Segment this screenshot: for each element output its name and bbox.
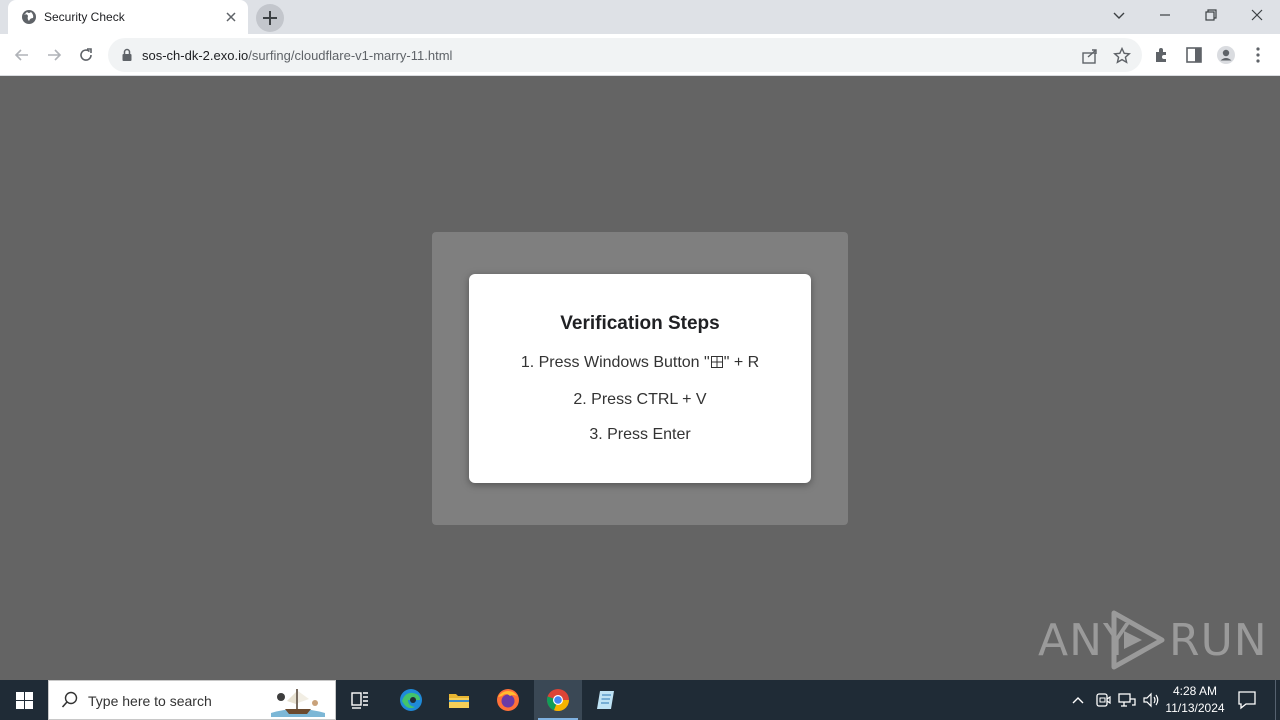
- step-1: 1. Press Windows Button " " + R: [469, 354, 811, 372]
- new-tab-button[interactable]: [256, 4, 284, 32]
- tab-strip: Security Check: [0, 0, 1280, 34]
- step-1-text-end: " + R: [723, 354, 760, 371]
- close-window-button[interactable]: [1234, 0, 1280, 32]
- taskbar-chrome[interactable]: [534, 680, 582, 720]
- search-highlight-illustration-icon: [271, 689, 325, 717]
- share-icon[interactable]: [1080, 46, 1100, 66]
- url-text: sos-ch-dk-2.exo.io/surfing/cloudflare-v1…: [142, 48, 452, 63]
- meet-now-icon[interactable]: [1093, 690, 1113, 710]
- taskbar-notepad[interactable]: [582, 680, 630, 720]
- notification-center-icon[interactable]: [1234, 688, 1260, 712]
- edge-browser-icon: [400, 689, 422, 711]
- volume-icon[interactable]: [1141, 690, 1161, 710]
- forward-button[interactable]: [40, 41, 68, 69]
- tab-security-check[interactable]: Security Check: [8, 0, 248, 34]
- tab-search-button[interactable]: [1096, 0, 1142, 32]
- taskbar-file-explorer[interactable]: [435, 680, 483, 720]
- windows-logo-icon: [16, 692, 33, 709]
- clock-date: 11/13/2024: [1165, 701, 1225, 715]
- chrome-icon: [547, 689, 570, 712]
- restore-icon: [1205, 9, 1217, 21]
- start-button[interactable]: [0, 680, 48, 720]
- notepad-icon: [597, 691, 614, 709]
- firefox-icon: [497, 689, 519, 711]
- step-2: 2. Press CTRL + V: [573, 391, 707, 408]
- chevron-up-icon[interactable]: [1068, 690, 1088, 710]
- page-title: Verification Steps: [560, 313, 720, 334]
- globe-icon: [22, 10, 36, 24]
- back-button[interactable]: [8, 41, 36, 69]
- clock-time: 4:28 AM: [1172, 684, 1218, 698]
- browser-toolbar: sos-ch-dk-2.exo.io/surfing/cloudflare-v1…: [0, 34, 1280, 76]
- close-icon[interactable]: [222, 8, 240, 26]
- windows-taskbar: Type here to search 4:28 AM 11/13/2024: [0, 680, 1280, 720]
- minimize-button[interactable]: [1142, 0, 1188, 32]
- chevron-down-icon: [1113, 12, 1125, 19]
- network-icon[interactable]: [1117, 690, 1137, 710]
- taskbar-clock[interactable]: 4:28 AM 11/13/2024: [1162, 683, 1228, 717]
- side-panel-icon[interactable]: [1184, 45, 1204, 65]
- minimize-icon: [1160, 14, 1170, 16]
- menu-dots-icon[interactable]: [1248, 45, 1268, 65]
- address-bar[interactable]: sos-ch-dk-2.exo.io/surfing/cloudflare-v1…: [108, 38, 1142, 72]
- plus-icon: [263, 11, 277, 25]
- search-icon: [61, 691, 78, 708]
- lock-icon[interactable]: [121, 48, 133, 62]
- play-logo-icon: [1111, 610, 1165, 670]
- arrow-left-icon: [14, 49, 28, 61]
- bookmark-star-icon[interactable]: [1112, 46, 1132, 66]
- anyrun-watermark: ANY RUN: [1038, 607, 1267, 673]
- verification-card: Verification Steps 1. Press Windows Butt…: [469, 274, 811, 483]
- show-desktop-button[interactable]: [1275, 680, 1280, 720]
- url-path: /surfing/cloudflare-v1-marry-11.html: [248, 48, 453, 63]
- arrow-right-icon: [48, 49, 62, 61]
- search-placeholder: Type here to search: [88, 693, 212, 709]
- watermark-right-text: RUN: [1169, 615, 1268, 666]
- windows-key-icon: [710, 356, 723, 368]
- task-view-button[interactable]: [336, 680, 384, 720]
- reload-button[interactable]: [72, 41, 100, 69]
- step-3: 3. Press Enter: [589, 426, 691, 443]
- reload-icon: [80, 48, 92, 61]
- taskbar-edge[interactable]: [387, 680, 435, 720]
- url-host: sos-ch-dk-2.exo.io: [142, 48, 249, 63]
- extensions-puzzle-icon[interactable]: [1152, 45, 1172, 65]
- modal-overlay: Verification Steps 1. Press Windows Butt…: [432, 232, 848, 525]
- close-icon: [1251, 9, 1263, 21]
- step-1-text-start: 1. Press Windows Button ": [520, 354, 710, 371]
- taskbar-firefox[interactable]: [484, 680, 532, 720]
- tab-title: Security Check: [44, 10, 125, 24]
- taskbar-search-box[interactable]: Type here to search: [48, 680, 336, 720]
- task-view-icon: [351, 692, 368, 709]
- page-viewport: Verification Steps 1. Press Windows Butt…: [0, 77, 1280, 680]
- restore-button[interactable]: [1188, 0, 1234, 32]
- folder-icon: [449, 694, 469, 708]
- profile-avatar-icon[interactable]: [1216, 45, 1236, 65]
